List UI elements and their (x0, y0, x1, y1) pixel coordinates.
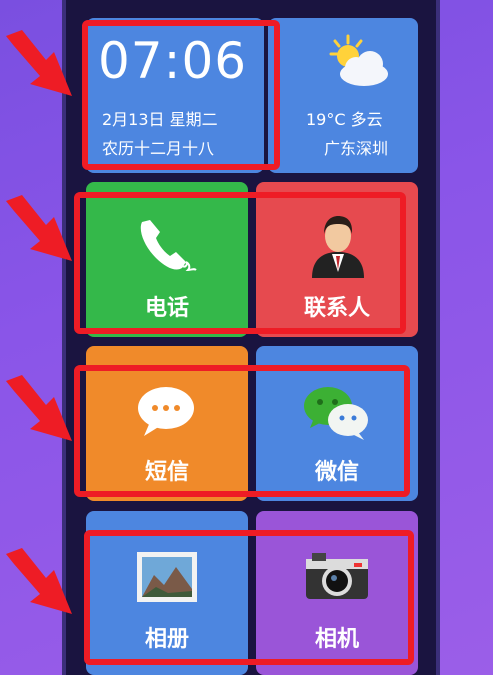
highlight-box-row-3 (84, 530, 414, 665)
partly-cloudy-icon (329, 34, 388, 86)
highlight-box-clock (82, 20, 280, 170)
arrow-icon (6, 375, 72, 441)
highlight-box-row-2 (74, 365, 410, 497)
arrow-icon (6, 195, 72, 261)
arrow-icon (6, 30, 72, 96)
weather-temp: 19°C 多云 (306, 110, 383, 129)
weather-city: 广东深圳 (324, 139, 389, 158)
highlight-box-row-1 (74, 192, 406, 334)
weather-widget[interactable]: 19°C 多云 广东深圳 (268, 18, 418, 173)
arrow-icon (6, 548, 72, 614)
